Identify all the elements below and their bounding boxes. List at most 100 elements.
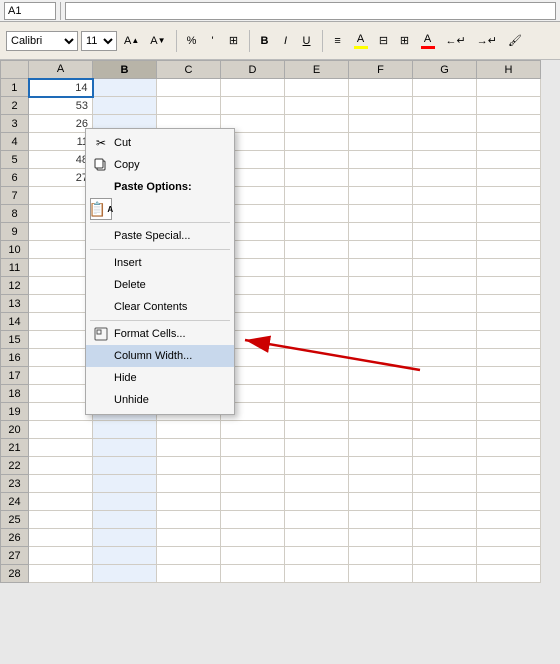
cell-F17[interactable] [349,367,413,385]
row-header-12[interactable]: 12 [1,277,29,295]
cell-A6[interactable]: 27 [29,169,93,187]
row-header-27[interactable]: 27 [1,547,29,565]
cell-H28[interactable] [477,565,541,583]
cell-H18[interactable] [477,385,541,403]
cell-G27[interactable] [413,547,477,565]
cell-D25[interactable] [221,511,285,529]
row-header-26[interactable]: 26 [1,529,29,547]
cell-B1[interactable] [93,79,157,97]
row-header-5[interactable]: 5 [1,151,29,169]
row-header-11[interactable]: 11 [1,259,29,277]
row-header-8[interactable]: 8 [1,205,29,223]
cell-A1[interactable]: 14 [29,79,93,97]
cell-F25[interactable] [349,511,413,529]
cell-E10[interactable] [285,241,349,259]
cell-G21[interactable] [413,439,477,457]
cell-D2[interactable] [221,97,285,115]
cell-H26[interactable] [477,529,541,547]
menu-item-unhide[interactable]: Unhide [86,389,234,411]
cell-G17[interactable] [413,367,477,385]
cell-F10[interactable] [349,241,413,259]
col-header-F[interactable]: F [349,61,413,79]
cell-G5[interactable] [413,151,477,169]
cell-F27[interactable] [349,547,413,565]
cell-B27[interactable] [93,547,157,565]
cell-F2[interactable] [349,97,413,115]
row-header-21[interactable]: 21 [1,439,29,457]
cell-C23[interactable] [157,475,221,493]
cell-B2[interactable] [93,97,157,115]
row-header-9[interactable]: 9 [1,223,29,241]
col-header-C[interactable]: C [157,61,221,79]
bold-btn[interactable]: B [256,31,274,51]
cell-G23[interactable] [413,475,477,493]
cell-A28[interactable] [29,565,93,583]
cell-E9[interactable] [285,223,349,241]
col-header-A[interactable]: A [29,61,93,79]
cell-H19[interactable] [477,403,541,421]
cell-C1[interactable] [157,79,221,97]
cell-H24[interactable] [477,493,541,511]
cell-F3[interactable] [349,115,413,133]
cell-C28[interactable] [157,565,221,583]
cell-F9[interactable] [349,223,413,241]
menu-item-paste-icon[interactable]: 📋 A [86,198,234,220]
cell-G18[interactable] [413,385,477,403]
menu-item-delete[interactable]: Delete [86,274,234,296]
cell-H12[interactable] [477,277,541,295]
cell-G8[interactable] [413,205,477,223]
cell-G24[interactable] [413,493,477,511]
cell-F11[interactable] [349,259,413,277]
cell-H9[interactable] [477,223,541,241]
row-header-28[interactable]: 28 [1,565,29,583]
cell-A12[interactable] [29,277,93,295]
cell-G4[interactable] [413,133,477,151]
cell-A13[interactable] [29,295,93,313]
cell-A24[interactable] [29,493,93,511]
cell-F23[interactable] [349,475,413,493]
expand-btn[interactable]: ⊞ [225,31,243,51]
cell-C26[interactable] [157,529,221,547]
cell-E26[interactable] [285,529,349,547]
cell-A4[interactable]: 11 [29,133,93,151]
border-btn[interactable]: ⊟ [375,31,393,51]
cell-H22[interactable] [477,457,541,475]
cell-G11[interactable] [413,259,477,277]
cell-E11[interactable] [285,259,349,277]
row-header-1[interactable]: 1 [1,79,29,97]
cell-F15[interactable] [349,331,413,349]
italic-btn[interactable]: I [277,31,295,51]
cell-G12[interactable] [413,277,477,295]
cell-E21[interactable] [285,439,349,457]
cell-E23[interactable] [285,475,349,493]
underline-btn[interactable]: U [298,31,316,51]
col-header-G[interactable]: G [413,61,477,79]
cell-F21[interactable] [349,439,413,457]
merge-btn[interactable]: ⊞ [396,31,414,51]
cell-H2[interactable] [477,97,541,115]
cell-A22[interactable] [29,457,93,475]
cell-G15[interactable] [413,331,477,349]
cell-B20[interactable] [93,421,157,439]
menu-item-hide[interactable]: Hide [86,367,234,389]
row-header-18[interactable]: 18 [1,385,29,403]
indent2-btn[interactable]: →↵ [473,31,501,51]
cell-E7[interactable] [285,187,349,205]
cell-G13[interactable] [413,295,477,313]
cell-G1[interactable] [413,79,477,97]
cell-G20[interactable] [413,421,477,439]
cell-F13[interactable] [349,295,413,313]
highlight-color-btn[interactable]: A [350,31,372,51]
cell-H7[interactable] [477,187,541,205]
cell-H11[interactable] [477,259,541,277]
cell-D22[interactable] [221,457,285,475]
cell-E25[interactable] [285,511,349,529]
cell-E24[interactable] [285,493,349,511]
cell-G3[interactable] [413,115,477,133]
row-header-22[interactable]: 22 [1,457,29,475]
cell-F24[interactable] [349,493,413,511]
row-header-4[interactable]: 4 [1,133,29,151]
cell-D21[interactable] [221,439,285,457]
indent-btn[interactable]: ←↵ [442,31,470,51]
cell-B28[interactable] [93,565,157,583]
